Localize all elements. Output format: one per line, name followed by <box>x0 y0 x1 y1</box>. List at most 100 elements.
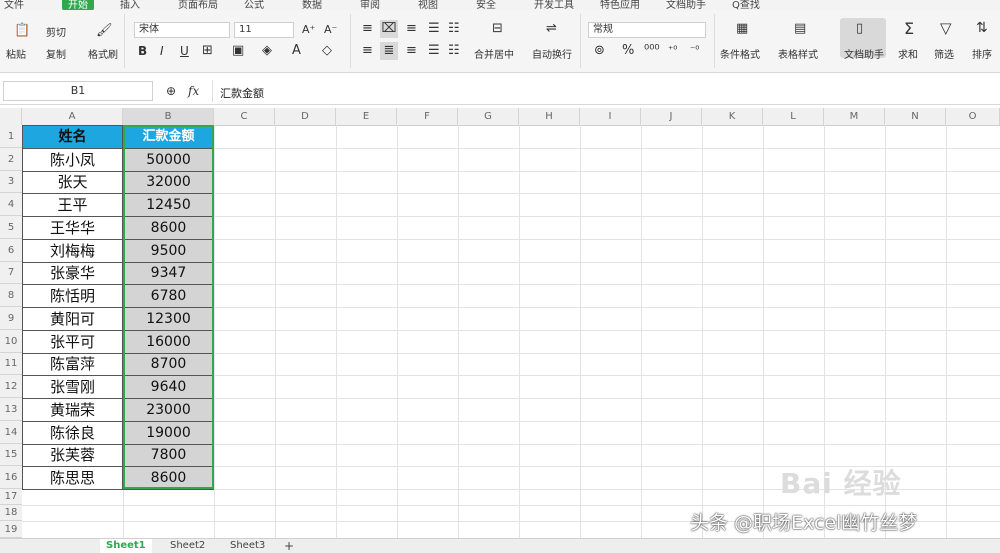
number-format-select[interactable]: 常规 <box>588 22 706 38</box>
align-bottom-icon[interactable]: ≡ <box>406 22 417 35</box>
name-cell[interactable]: 张雪刚 <box>22 375 123 399</box>
column-header[interactable]: E <box>336 108 397 125</box>
distribute-icon[interactable]: ☷ <box>448 44 460 57</box>
indent-icon[interactable]: ☰ <box>428 22 440 35</box>
row-header[interactable]: 19 <box>0 521 22 538</box>
name-cell[interactable]: 张天 <box>22 171 123 194</box>
thousands-icon[interactable]: ⁰⁰⁰ <box>644 44 660 57</box>
sheet-tab-3[interactable]: Sheet3 <box>224 539 271 553</box>
paste-button[interactable]: 粘贴 <box>6 46 26 61</box>
doc-assist-icon[interactable]: ▯ <box>856 22 863 35</box>
column-header[interactable]: A <box>22 108 123 125</box>
row-header[interactable]: 16 <box>0 466 22 489</box>
select-all-corner[interactable] <box>0 108 22 125</box>
row-header[interactable]: 2 <box>0 148 22 171</box>
align-top-icon[interactable]: ≡ <box>362 22 373 35</box>
name-box[interactable]: B1 <box>3 81 153 101</box>
name-cell[interactable]: 黄阳可 <box>22 307 123 331</box>
eraser-icon[interactable]: ◇ <box>322 44 332 57</box>
amount-cell[interactable]: 23000 <box>123 398 214 422</box>
amount-cell[interactable]: 8700 <box>123 353 214 376</box>
row-header[interactable]: 9 <box>0 307 22 330</box>
amount-cell[interactable]: 12450 <box>123 193 214 217</box>
row-header[interactable]: 17 <box>0 489 22 505</box>
row-header[interactable]: 14 <box>0 421 22 444</box>
align-center-icon[interactable]: ≣ <box>380 42 398 60</box>
sheet-tab-2[interactable]: Sheet2 <box>164 539 211 553</box>
fill-color-icon[interactable]: ◈ <box>262 44 272 57</box>
name-cell[interactable]: 张芙蓉 <box>22 444 123 467</box>
table-style-icon[interactable]: ▤ <box>794 22 806 35</box>
column-header[interactable]: D <box>275 108 336 125</box>
name-cell[interactable]: 黄瑞荣 <box>22 398 123 422</box>
column-header[interactable]: M <box>824 108 885 125</box>
column-header[interactable]: K <box>702 108 763 125</box>
amount-cell[interactable]: 50000 <box>123 148 214 172</box>
amount-cell[interactable]: 12300 <box>123 307 214 331</box>
column-header[interactable]: C <box>214 108 275 125</box>
amount-cell[interactable]: 7800 <box>123 444 214 467</box>
column-header[interactable]: G <box>458 108 519 125</box>
row-header[interactable]: 5 <box>0 216 22 239</box>
amount-cell[interactable]: 9347 <box>123 262 214 285</box>
cut-button[interactable]: 剪切 <box>46 24 66 39</box>
font-shrink-icon[interactable]: A⁻ <box>324 23 337 36</box>
format-painter-icon[interactable]: 🖌 <box>96 24 113 37</box>
increase-decimal-icon[interactable]: ⁺⁰ <box>668 44 677 57</box>
align-middle-icon[interactable]: ⌧ <box>380 20 398 38</box>
row-header[interactable]: 15 <box>0 444 22 466</box>
row-header[interactable]: 18 <box>0 505 22 521</box>
wrap-text-icon[interactable]: ⇌ <box>546 22 557 35</box>
row-header[interactable]: 11 <box>0 353 22 375</box>
justify-icon[interactable]: ☰ <box>428 44 440 57</box>
row-header[interactable]: 4 <box>0 193 22 216</box>
paste-icon[interactable]: 📋 <box>14 24 30 37</box>
align-left-icon[interactable]: ≡ <box>362 44 373 57</box>
name-cell[interactable]: 陈恬明 <box>22 284 123 308</box>
filter-button[interactable]: 筛选 <box>934 46 954 61</box>
sort-button[interactable]: 排序 <box>972 46 992 61</box>
row-header[interactable]: 7 <box>0 262 22 284</box>
row-header[interactable]: 6 <box>0 239 22 262</box>
amount-cell[interactable]: 16000 <box>123 330 214 354</box>
name-cell[interactable]: 陈思思 <box>22 466 123 490</box>
table-style-button[interactable]: 表格样式 <box>778 46 818 61</box>
column-header[interactable]: B <box>123 108 214 125</box>
amount-cell[interactable]: 32000 <box>123 171 214 194</box>
zoom-icon[interactable]: ⊕ <box>166 84 176 98</box>
font-grow-icon[interactable]: A⁺ <box>302 23 315 36</box>
font-size-select[interactable]: 11 <box>234 22 294 38</box>
filter-icon[interactable]: ▽ <box>940 21 952 36</box>
percent-icon[interactable]: % <box>622 44 634 57</box>
bold-button[interactable]: B <box>138 44 147 58</box>
font-name-select[interactable]: 宋体 <box>134 22 230 38</box>
cond-format-icon[interactable]: ▦ <box>736 22 748 35</box>
column-header[interactable]: F <box>397 108 458 125</box>
amount-cell[interactable]: 9640 <box>123 375 214 399</box>
column-header[interactable]: O <box>946 108 1000 125</box>
merge-center-icon[interactable]: ⊟ <box>492 22 503 35</box>
name-cell[interactable]: 张豪华 <box>22 262 123 285</box>
amount-cell[interactable]: 8600 <box>123 466 214 490</box>
name-cell[interactable]: 陈富萍 <box>22 353 123 376</box>
cell-style-icon[interactable]: ▣ <box>232 44 244 57</box>
underline-button[interactable]: U <box>180 44 189 58</box>
format-painter-button[interactable]: 格式刷 <box>88 46 118 61</box>
decrease-decimal-icon[interactable]: ⁻⁰ <box>690 44 699 57</box>
row-header[interactable]: 1 <box>0 125 22 148</box>
amount-cell[interactable]: 8600 <box>123 216 214 240</box>
sort-icon[interactable]: ⇅ <box>976 21 988 35</box>
sum-button[interactable]: 求和 <box>898 46 918 61</box>
fx-icon[interactable]: fx <box>188 84 199 98</box>
font-color-icon[interactable]: A <box>292 44 301 57</box>
align-right-icon[interactable]: ≡ <box>406 44 417 57</box>
row-header[interactable]: 3 <box>0 171 22 193</box>
wrap-text-button[interactable]: 自动换行 <box>532 46 572 61</box>
merge-center-button[interactable]: 合并居中 <box>474 46 514 61</box>
name-cell[interactable]: 陈小凤 <box>22 148 123 172</box>
formula-input[interactable]: 汇款金额 <box>220 85 264 101</box>
header-cell-name[interactable]: 姓名 <box>22 125 123 149</box>
name-cell[interactable]: 刘梅梅 <box>22 239 123 263</box>
column-header[interactable]: H <box>519 108 580 125</box>
amount-cell[interactable]: 6780 <box>123 284 214 308</box>
